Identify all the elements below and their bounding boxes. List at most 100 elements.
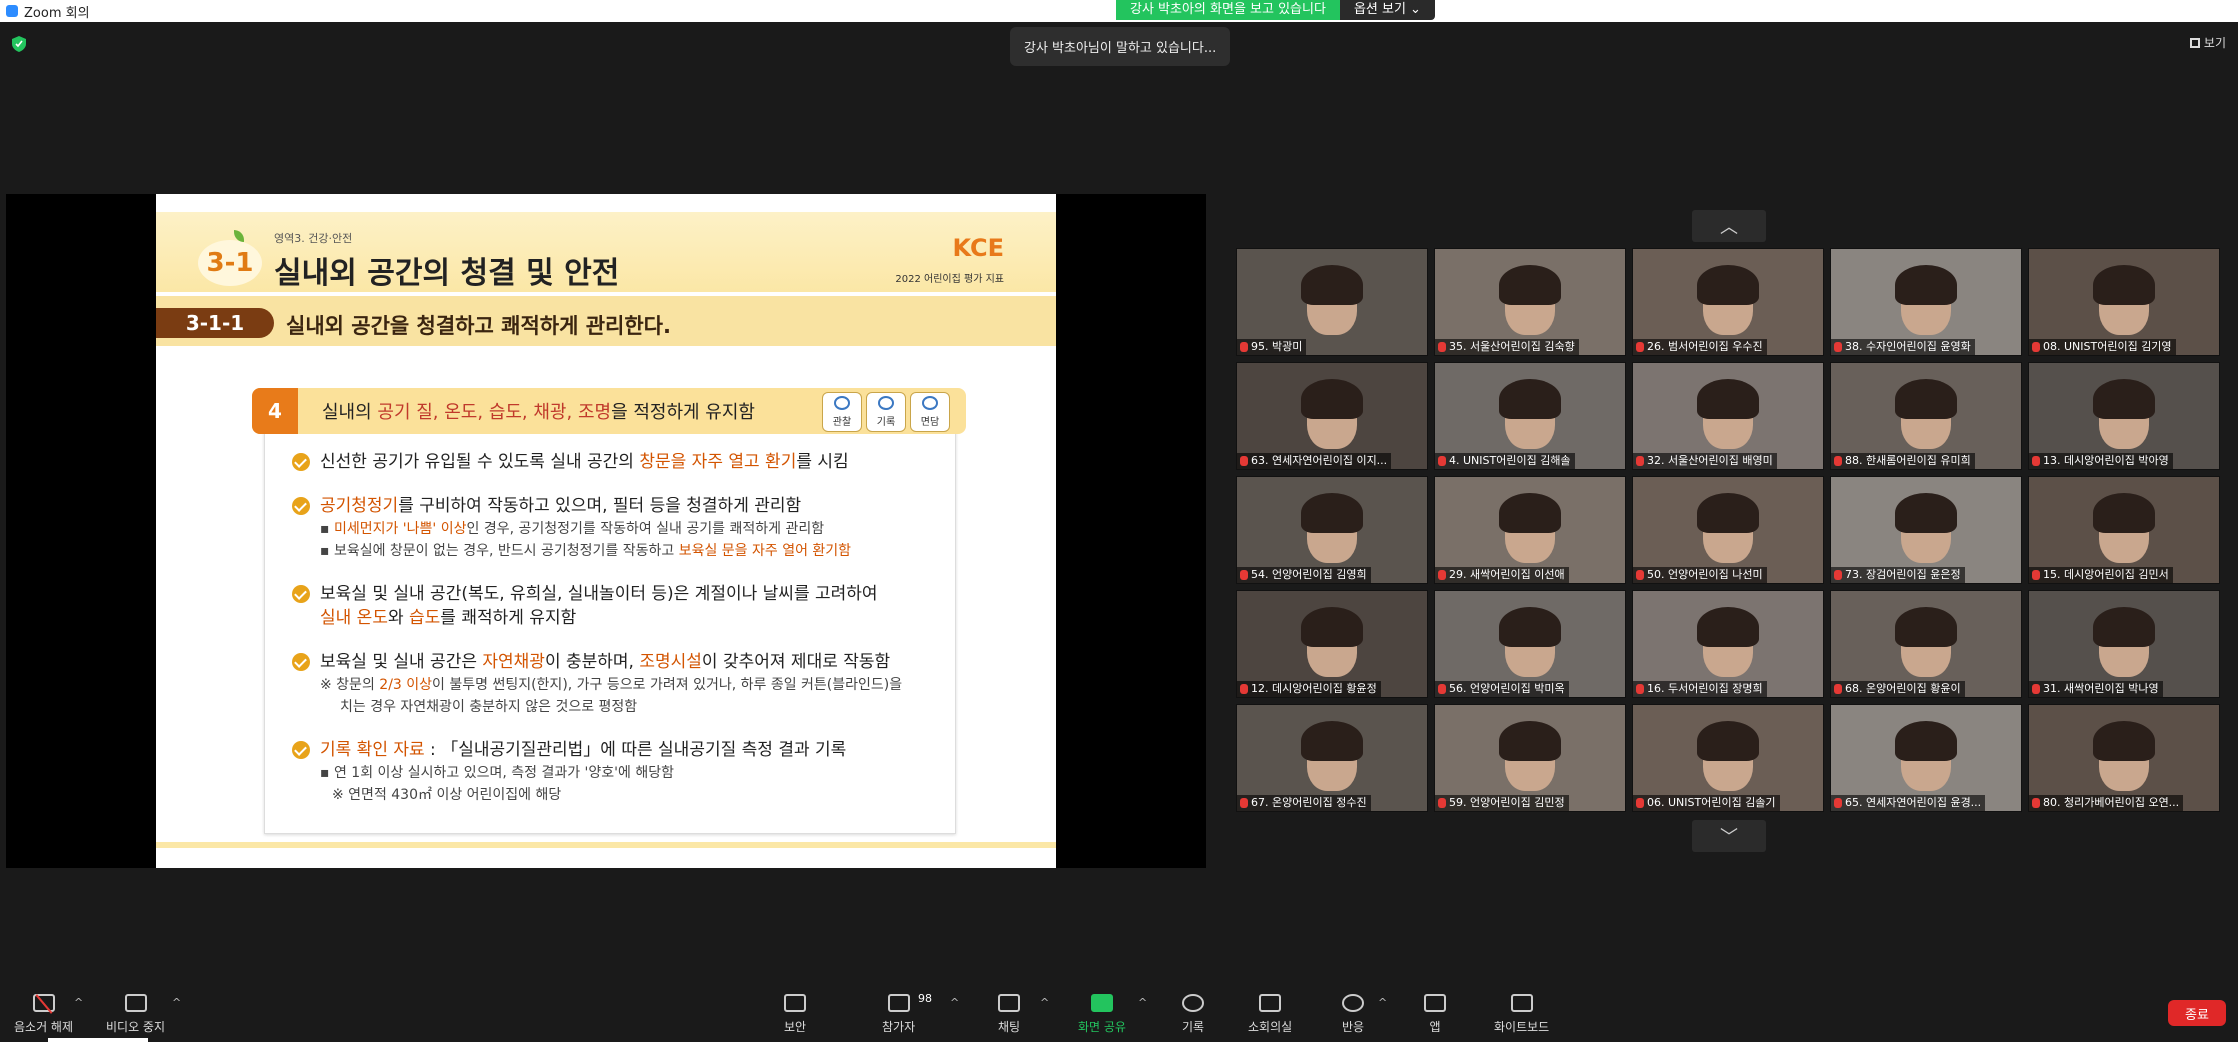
participant-name: 31. 새싹어린이집 박나영 xyxy=(2029,681,2163,697)
muted-microphone-icon xyxy=(2032,456,2040,466)
participant-tile[interactable]: 56. 언양어린이집 박미옥 xyxy=(1434,590,1626,698)
participant-tile[interactable]: 38. 수자인어린이집 윤영화 xyxy=(1830,248,2022,356)
participant-video xyxy=(1895,493,1957,533)
participant-tile[interactable]: 50. 언양어린이집 나선미 xyxy=(1632,476,1824,584)
breakout-rooms-button[interactable]: 소회의실 xyxy=(1248,994,1292,1035)
participant-tile[interactable]: 4. UNIST어린이집 김해솔 xyxy=(1434,362,1626,470)
whiteboard-button[interactable]: 화이트보드 xyxy=(1494,994,1549,1035)
participant-tile[interactable]: 12. 데시앙어린이집 황윤정 xyxy=(1236,590,1428,698)
emoji-icon xyxy=(1342,994,1365,1012)
stop-video-button[interactable]: 비디오 중지 xyxy=(106,994,165,1035)
view-button[interactable]: 보기 xyxy=(2189,34,2226,51)
video-camera-icon xyxy=(124,994,147,1012)
participant-tile[interactable]: 26. 범서어린이집 우수진 xyxy=(1632,248,1824,356)
list-item: 신선한 공기가 유입될 수 있도록 실내 공간의 창문을 자주 열고 환기를 시… xyxy=(292,450,952,474)
video-options-caret[interactable]: ^ xyxy=(172,996,181,1009)
participants-button[interactable]: 참가자 xyxy=(882,994,915,1035)
end-meeting-button[interactable]: 종료 xyxy=(2168,1000,2226,1026)
participant-tile[interactable]: 32. 서울산어린이집 배영미 xyxy=(1632,362,1824,470)
participant-tile[interactable]: 65. 연세자연어린이집 윤경... xyxy=(1830,704,2022,812)
observe-label: 관찰 xyxy=(832,417,852,428)
indicator-title-post: 을 적정하게 유지함 xyxy=(611,402,755,423)
participant-video xyxy=(2093,607,2155,647)
participant-tile[interactable]: 88. 한새롬어린이집 유미희 xyxy=(1830,362,2022,470)
participant-video xyxy=(1499,607,1561,647)
record-label: 기록 xyxy=(1182,1020,1205,1034)
muted-microphone-icon xyxy=(1438,798,1446,808)
share-options-caret[interactable]: ^ xyxy=(1138,996,1147,1009)
participant-tile[interactable]: 35. 서울산어린이집 김숙향 xyxy=(1434,248,1626,356)
reactions-options-caret[interactable]: ^ xyxy=(1378,996,1387,1009)
muted-microphone-icon xyxy=(2032,684,2040,694)
participants-label: 참가자 xyxy=(882,1020,916,1034)
muted-microphone-icon xyxy=(1240,798,1248,808)
muted-microphone-icon xyxy=(1240,342,1248,352)
chat-label: 채팅 xyxy=(998,1020,1021,1034)
window-bottom-highlight xyxy=(48,1038,148,1042)
participant-video xyxy=(1499,265,1561,305)
muted-microphone-icon xyxy=(2032,798,2040,808)
unmute-label: 음소거 해제 xyxy=(14,1020,74,1034)
unmute-button[interactable]: 음소거 해제 xyxy=(14,994,73,1035)
reactions-label: 반응 xyxy=(1342,1020,1365,1034)
participant-tile[interactable]: 15. 데시앙어린이집 김민서 xyxy=(2028,476,2220,584)
participant-name: 06. UNIST어린이집 김솔기 xyxy=(1633,795,1780,811)
muted-microphone-icon xyxy=(1636,570,1644,580)
participant-tile[interactable]: 95. 박광미 xyxy=(1236,248,1428,356)
participant-name: 38. 수자인어린이집 윤영화 xyxy=(1831,339,1975,355)
participant-tile[interactable]: 06. UNIST어린이집 김솔기 xyxy=(1632,704,1824,812)
indicator-number: 4 xyxy=(252,388,298,434)
audio-options-caret[interactable]: ^ xyxy=(74,996,83,1009)
participant-tile[interactable]: 63. 연세자연어린이집 이지... xyxy=(1236,362,1428,470)
muted-microphone-icon xyxy=(1636,798,1644,808)
participant-video xyxy=(1697,493,1759,533)
chat-button[interactable]: 채팅 xyxy=(998,994,1020,1035)
gallery-next-button[interactable]: ﹀ xyxy=(1692,820,1766,852)
participant-video xyxy=(1895,607,1957,647)
shared-screen: 3-1 영역3. 건강·안전 실내외 공간의 청결 및 안전 KCE 2022 … xyxy=(6,194,1206,868)
participant-video xyxy=(1697,607,1759,647)
encryption-shield-icon[interactable] xyxy=(12,36,26,52)
list-item: 보육실 및 실내 공간은 자연채광이 충분하며, 조명시설이 갖추어져 제대로 … xyxy=(292,650,952,718)
method-icons: 관찰 기록 면담 xyxy=(822,392,950,432)
record-button[interactable]: 기록 xyxy=(1182,994,1204,1035)
chevron-up-icon: ︿ xyxy=(1720,217,1738,238)
record-label: 기록 xyxy=(876,417,896,428)
muted-microphone-icon xyxy=(2032,570,2040,580)
record-icon xyxy=(1182,994,1205,1012)
participant-tile[interactable]: 59. 언양어린이집 김민정 xyxy=(1434,704,1626,812)
participant-tile[interactable]: 13. 데시앙어린이집 박아영 xyxy=(2028,362,2220,470)
participant-tile[interactable]: 67. 온양어린이집 정수진 xyxy=(1236,704,1428,812)
share-screen-button[interactable]: 화면 공유 xyxy=(1078,994,1126,1035)
security-button[interactable]: 보안 xyxy=(784,994,806,1035)
muted-microphone-icon xyxy=(1438,456,1446,466)
view-options-button[interactable]: 옵션 보기 ⌄ xyxy=(1339,0,1435,20)
grid-view-icon xyxy=(2189,37,2200,48)
participants-options-caret[interactable]: ^ xyxy=(950,996,959,1009)
gallery-prev-button[interactable]: ︿ xyxy=(1692,210,1766,242)
participant-name: 73. 장검어린이집 윤은정 xyxy=(1831,567,1965,583)
reactions-button[interactable]: 반응 xyxy=(1342,994,1364,1035)
chevron-down-icon: ﹀ xyxy=(1720,827,1738,848)
participant-tile[interactable]: 80. 청리가베어린이집 오연... xyxy=(2028,704,2220,812)
participant-tile[interactable]: 73. 장검어린이집 윤은정 xyxy=(1830,476,2022,584)
apps-button[interactable]: 앱 xyxy=(1424,994,1446,1035)
zoom-icon xyxy=(6,5,18,17)
participant-tile[interactable]: 31. 새싹어린이집 박나영 xyxy=(2028,590,2220,698)
chat-options-caret[interactable]: ^ xyxy=(1040,996,1049,1009)
participant-tile[interactable]: 08. UNIST어린이집 김기영 xyxy=(2028,248,2220,356)
meeting-toolbar: 음소거 해제 ^ 비디오 중지 ^ 보안 참가자 98 ^ 채팅 ^ 화면 공유… xyxy=(0,982,2238,1042)
participant-video xyxy=(2093,721,2155,761)
participant-tile[interactable]: 16. 두서어린이집 장명희 xyxy=(1632,590,1824,698)
muted-microphone-icon xyxy=(1636,342,1644,352)
presentation-slide: 3-1 영역3. 건강·안전 실내외 공간의 청결 및 안전 KCE 2022 … xyxy=(156,194,1056,868)
participant-video xyxy=(1301,721,1363,761)
speaker-indicator: 강사 박초아님이 말하고 있습니다... xyxy=(1010,27,1231,66)
participant-tile[interactable]: 29. 새싹어린이집 이선애 xyxy=(1434,476,1626,584)
microphone-muted-icon xyxy=(32,994,55,1012)
interview-label: 면담 xyxy=(920,417,940,428)
participant-tile[interactable]: 54. 언양어린이집 김영희 xyxy=(1236,476,1428,584)
participant-name: 50. 언양어린이집 나선미 xyxy=(1633,567,1767,583)
participant-name: 08. UNIST어린이집 김기영 xyxy=(2029,339,2176,355)
participant-tile[interactable]: 68. 온양어린이집 황윤이 xyxy=(1830,590,2022,698)
